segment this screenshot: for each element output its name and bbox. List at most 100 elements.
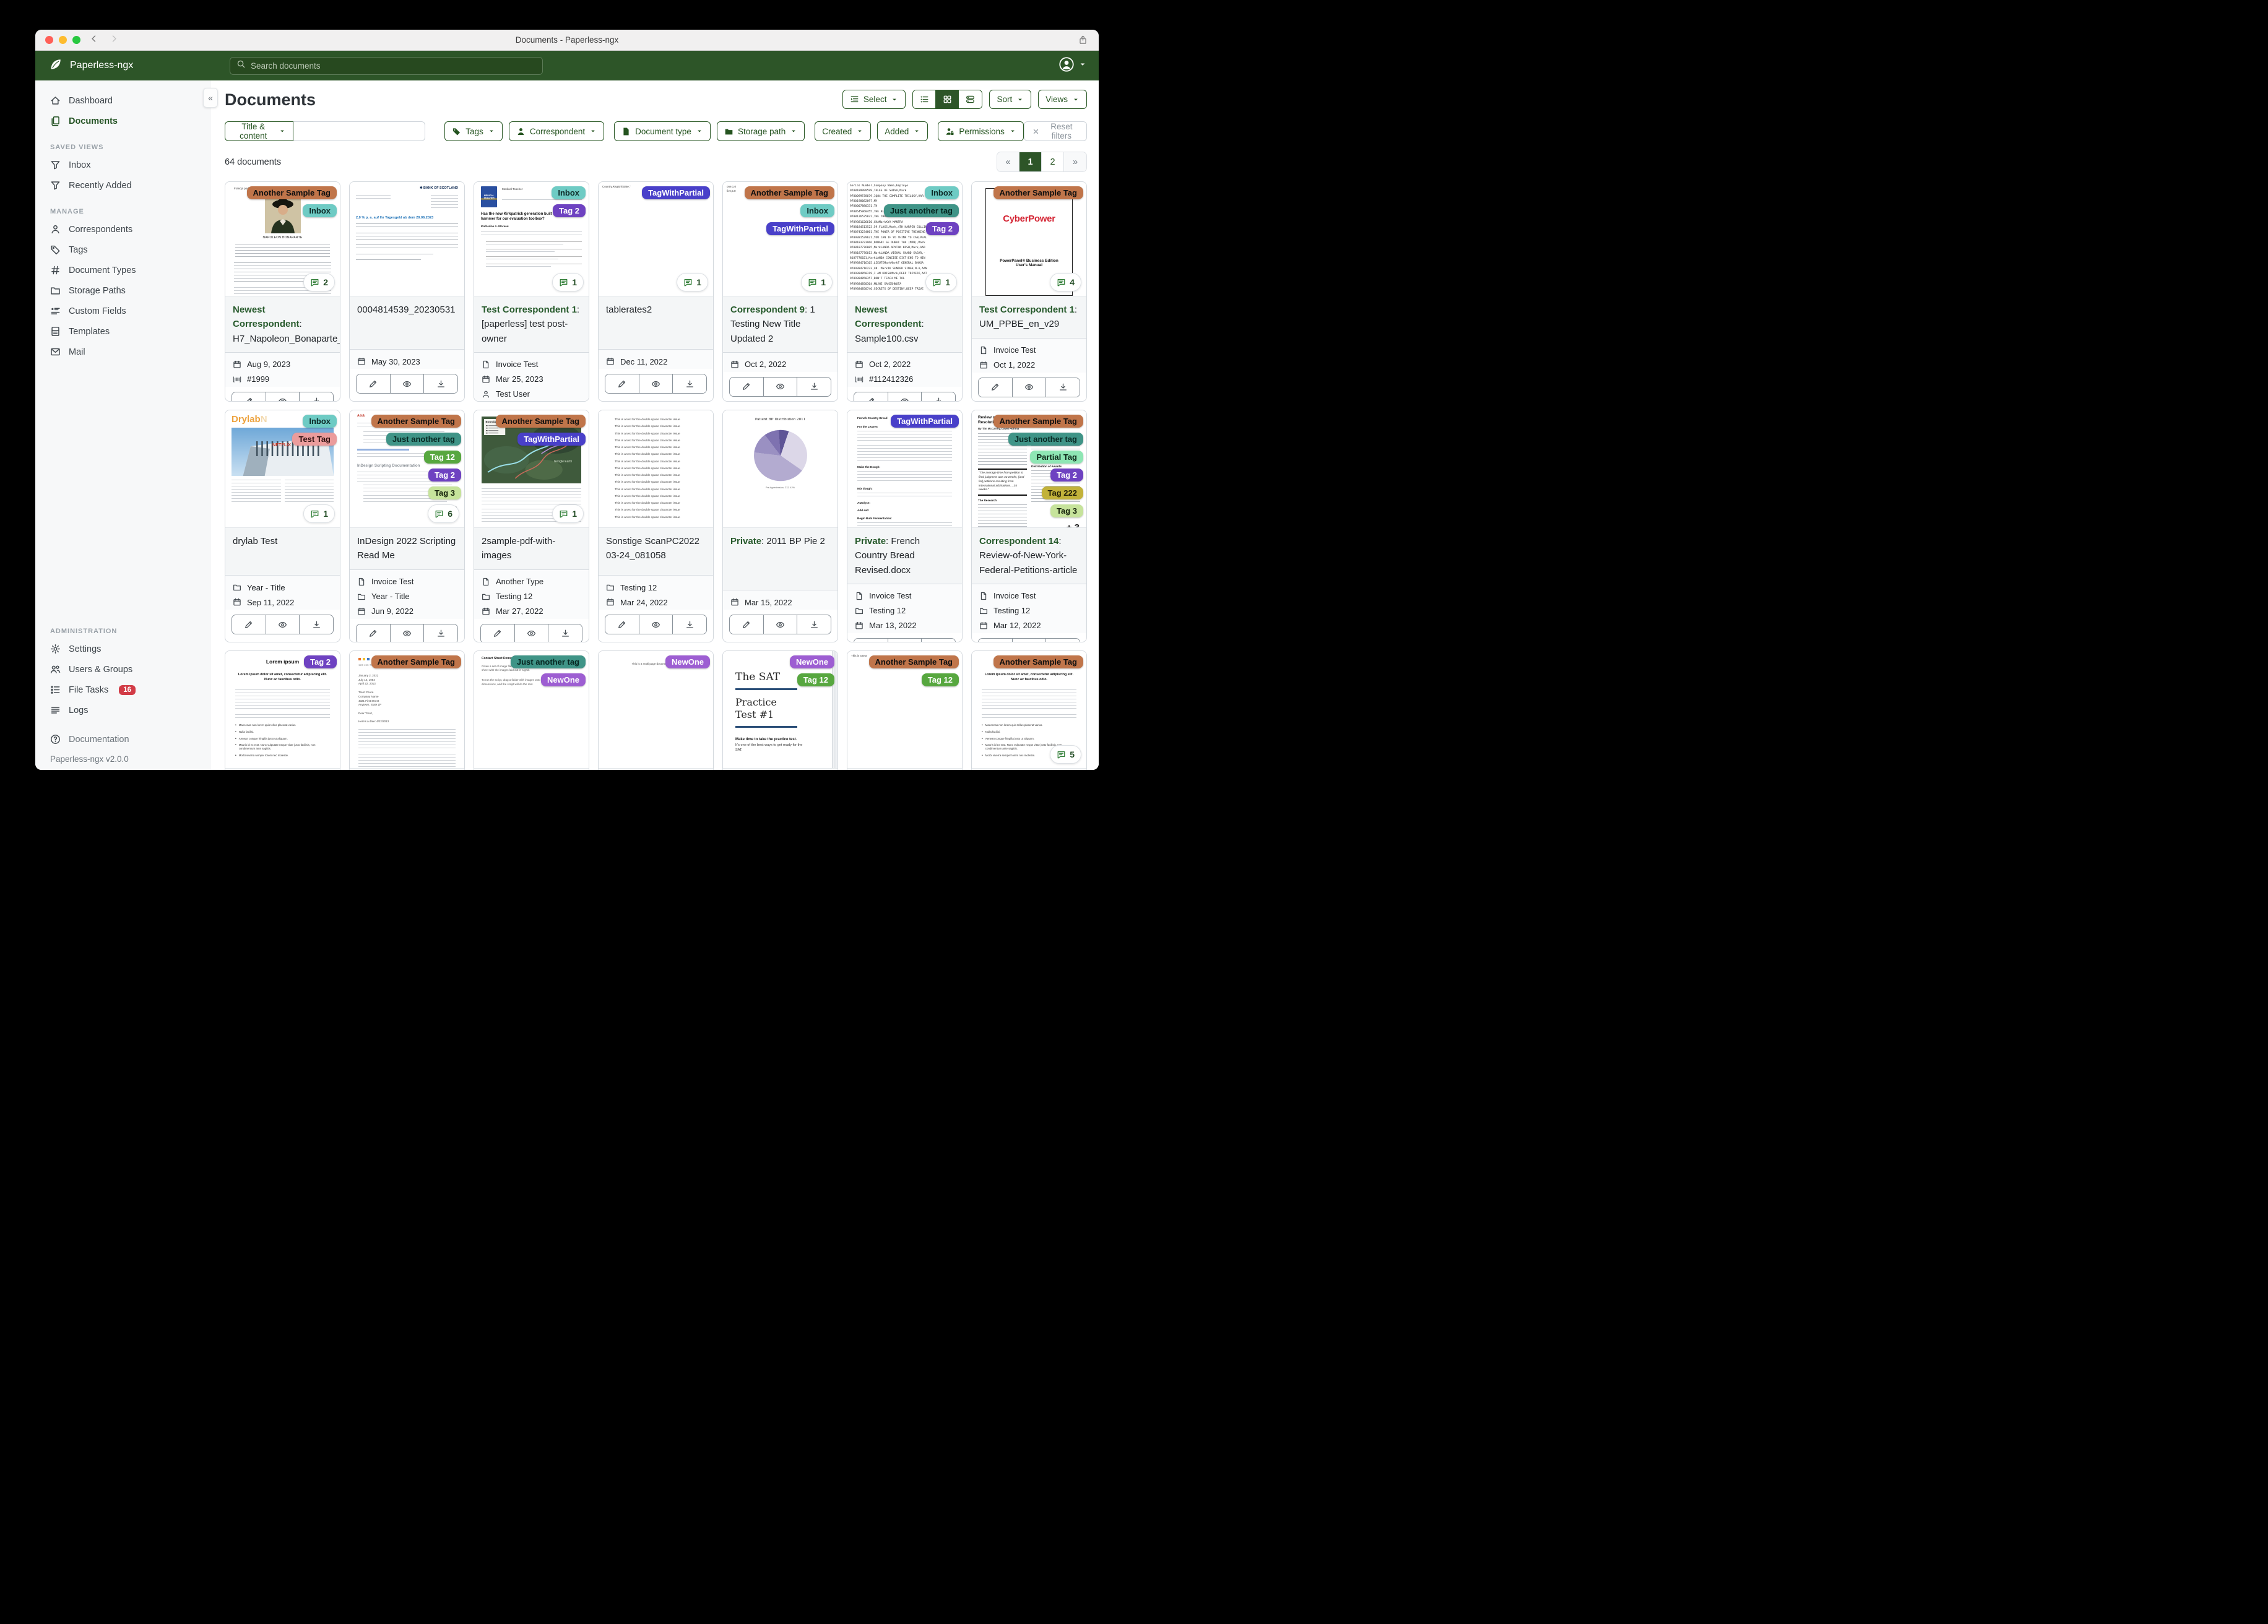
comments-badge[interactable]: 1 [303,504,335,523]
forward-icon[interactable] [110,35,118,46]
document-thumbnail[interactable]: Patient BP Distribution 2011 Pre-hyperte… [723,410,838,528]
share-icon[interactable] [1078,35,1088,45]
sidebar-item-logs[interactable]: Logs [35,700,210,720]
edit-document-button[interactable] [232,392,266,401]
sidebar-item-dashboard[interactable]: Dashboard [35,90,210,111]
document-title[interactable]: Test Correspondent 1: UM_PPBE_en_v29 [972,296,1086,338]
app-brand[interactable]: Paperless-ngx [49,58,211,74]
user-menu[interactable] [1058,56,1086,76]
document-correspondent[interactable]: Test Correspondent 1 [482,304,577,315]
views-button[interactable]: Views [1038,90,1087,109]
filter-permissions-button[interactable]: Permissions [938,121,1024,141]
sidebar-item-tags[interactable]: Tags [35,240,210,260]
sidebar-item-recently-added[interactable]: Recently Added [35,175,210,196]
tag-pill[interactable]: Tag 222 [1041,486,1083,499]
zoom-window-button[interactable] [72,36,80,44]
download-document-button[interactable] [673,374,706,393]
document-card[interactable]: Adob InDesign Scripting Documentation An… [349,410,465,642]
tag-pill[interactable]: NewOne [540,673,586,686]
view-document-button[interactable] [888,392,922,401]
download-document-button[interactable] [797,377,831,396]
tag-pill[interactable]: Inbox [303,415,337,428]
sidebar-item-documents[interactable]: Documents [35,111,210,131]
document-thumbnail[interactable]: This is a test for the double space char… [599,410,713,528]
document-card[interactable]: Francja pod r NAPOLEON BONAPARTE Another… [225,181,340,402]
view-document-button[interactable] [266,615,300,634]
document-correspondent[interactable]: Private [730,536,761,546]
document-card[interactable]: This is a test for the double space char… [598,410,714,642]
document-card[interactable]: Lorem ipsum Lorem ipsum dolor sit amet, … [971,650,1087,770]
sidebar-item-document-types[interactable]: Document Types [35,260,210,280]
view-document-button[interactable] [390,374,425,393]
document-card[interactable]: Review of of Arbitral Awards shows swift… [971,410,1087,642]
document-title[interactable]: Test Correspondent 1: [paperless] test p… [474,296,589,352]
document-card[interactable]: DrylabN NETFLIX Inbox Test Tag 1 drylab Te… [225,410,340,642]
edit-document-button[interactable] [605,374,639,393]
filter-storage-path-button[interactable]: Storage path [716,121,805,141]
document-card[interactable]: Serial Number,Company Name,Employe 97881… [847,181,963,402]
document-card[interactable]: This is a multi page document. Page 1. Ne… [598,650,714,770]
tag-pill[interactable]: TagWithPartial [891,415,959,428]
edit-document-button[interactable] [357,374,391,393]
download-document-button[interactable] [424,624,457,642]
reset-filters-button[interactable]: Reset filters [1023,121,1087,141]
filter-correspondent-button[interactable]: Correspondent [508,121,605,141]
edit-document-button[interactable] [854,638,888,642]
tag-pill[interactable]: Test Tag [292,433,337,446]
download-document-button[interactable] [1046,378,1080,397]
comments-badge[interactable]: 6 [428,504,459,523]
edit-document-button[interactable] [481,624,515,642]
tag-pill[interactable]: Another Sample Tag [371,655,461,668]
tag-pill[interactable]: Tag 12 [797,673,834,686]
view-document-button[interactable] [888,638,922,642]
title-content-filter-input[interactable] [293,121,426,141]
document-card[interactable]: Test Name 123-456-7890 January 2, 2022Ju… [349,650,465,770]
download-document-button[interactable] [548,624,582,642]
document-title[interactable]: Newest Correspondent: Sample100.csv [847,296,962,352]
document-thumbnail[interactable]: Lorem ipsum Lorem ipsum dolor sit amet, … [972,651,1086,769]
comments-badge[interactable]: 5 [1050,745,1081,764]
document-thumbnail[interactable]: Francja pod r NAPOLEON BONAPARTE Another… [225,182,340,296]
tag-pill[interactable]: Tag 2 [428,469,461,482]
tag-pill[interactable]: Another Sample Tag [495,415,586,428]
download-document-button[interactable] [797,615,831,634]
document-correspondent[interactable]: Newest Correspondent [855,304,922,329]
tag-pill[interactable]: Another Sample Tag [744,186,834,199]
tag-pill[interactable]: Tag 3 [428,486,461,499]
edit-document-button[interactable] [730,615,764,634]
document-card[interactable]: Patient BP Distribution 2011 Pre-hyperte… [722,410,838,642]
document-card[interactable]: Lorem ipsum Lorem ipsum dolor sit amet, … [225,650,340,770]
view-document-button[interactable] [514,624,549,642]
comments-badge[interactable]: 1 [552,504,584,523]
sidebar-item-documentation[interactable]: Documentation [35,729,210,749]
edit-document-button[interactable] [605,615,639,634]
tag-pill[interactable]: Just another tag [386,433,461,446]
view-grid-button[interactable] [936,90,959,108]
download-document-button[interactable] [922,638,955,642]
document-title[interactable]: Correspondent 14: Review-of-New-York-Fed… [972,528,1086,584]
tag-pill[interactable]: Tag 2 [553,204,586,217]
tag-pill[interactable]: TagWithPartial [517,433,586,446]
document-correspondent[interactable]: Test Correspondent 1 [979,304,1075,315]
view-document-button[interactable] [1012,378,1047,397]
tag-pill[interactable]: Inbox [925,186,959,199]
document-card[interactable]: one,1.0 five,5.0 Another Sample Tag Inbox Ta… [722,181,838,402]
document-thumbnail[interactable]: Country,Region/State,” TagWithPartial 1 [599,182,713,296]
document-title[interactable] [599,769,713,770]
document-thumbnail[interactable]: This is a multi page document. Page 1. Ne… [599,651,713,769]
tag-pill[interactable]: Another Sample Tag [246,186,337,199]
document-thumbnail[interactable]: Serial Number,Company Name,Employe 97881… [847,182,962,296]
tag-pill[interactable]: Tag 2 [1050,469,1083,482]
document-title[interactable] [723,769,838,770]
tag-pill[interactable]: Partial Tag [1030,451,1083,464]
view-document-button[interactable] [266,392,300,401]
document-thumbnail[interactable]: The SAT Practice Test #1 Make time to tak… [723,651,838,769]
filter-document-type-button[interactable]: Document type [614,121,711,141]
comments-badge[interactable]: 1 [801,273,833,292]
document-title[interactable]: tablerates2 [599,296,713,349]
document-correspondent[interactable]: Newest Correspondent [233,304,300,329]
sidebar-collapse-button[interactable]: « [203,88,218,108]
document-title[interactable] [350,769,464,770]
document-card[interactable]: ✸ BANK OF SCOTLAND 2,0 % p. a. auf Ihr T… [349,181,465,402]
document-thumbnail[interactable]: MEDICAL TEACHER Medical Teacher Has the … [474,182,589,296]
